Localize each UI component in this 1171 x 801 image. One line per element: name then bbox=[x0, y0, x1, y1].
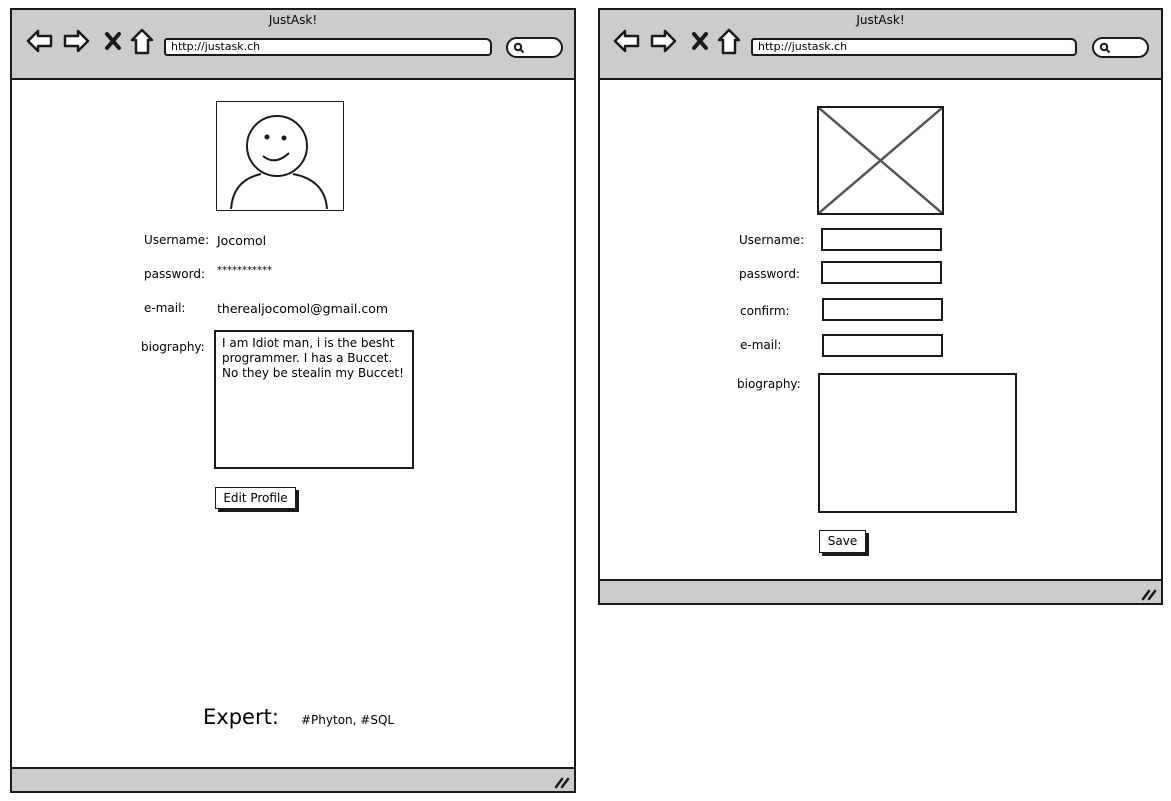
profile-window: JustAsk! http://justask.ch Username: Joc… bbox=[10, 8, 576, 793]
email-field[interactable] bbox=[822, 334, 943, 357]
username-label: Username: bbox=[144, 233, 210, 247]
search-icon bbox=[1099, 42, 1111, 54]
edit-profile-button[interactable]: Edit Profile bbox=[215, 487, 296, 509]
edit-profile-window: JustAsk! http://justask.ch Username: pas… bbox=[598, 8, 1163, 605]
confirm-password-field[interactable] bbox=[822, 298, 943, 321]
avatar bbox=[216, 101, 344, 211]
browser-titlebar: JustAsk! http://justask.ch bbox=[12, 10, 574, 80]
save-button[interactable]: Save bbox=[819, 530, 866, 553]
biography-textarea: I am Idiot man, i is the besht programme… bbox=[214, 330, 414, 469]
avatar-upload-placeholder[interactable] bbox=[817, 106, 944, 215]
search-button[interactable] bbox=[1092, 37, 1149, 58]
username-value: Jocomol bbox=[217, 233, 267, 248]
biography-label: biography: bbox=[141, 340, 205, 354]
username-label: Username: bbox=[739, 233, 805, 247]
biography-textarea[interactable] bbox=[818, 373, 1017, 513]
resize-grip-icon[interactable] bbox=[1141, 587, 1157, 601]
browser-titlebar: JustAsk! http://justask.ch bbox=[600, 10, 1161, 80]
url-input[interactable]: http://justask.ch bbox=[164, 38, 492, 56]
password-label: password: bbox=[144, 267, 206, 281]
image-placeholder-icon bbox=[818, 107, 943, 214]
password-field[interactable] bbox=[821, 261, 942, 284]
window-title: JustAsk! bbox=[856, 13, 905, 27]
email-value: therealjocomol@gmail.com bbox=[217, 301, 389, 316]
close-icon[interactable] bbox=[104, 31, 122, 51]
back-arrow-icon[interactable] bbox=[26, 28, 54, 54]
email-label: e-mail: bbox=[144, 301, 186, 315]
back-arrow-icon[interactable] bbox=[613, 28, 641, 54]
expert-tags: #Phyton, #SQL bbox=[301, 713, 395, 727]
username-field[interactable] bbox=[821, 228, 942, 251]
confirm-label: confirm: bbox=[740, 304, 790, 318]
browser-statusbar bbox=[600, 579, 1161, 603]
window-title: JustAsk! bbox=[268, 13, 318, 27]
home-icon[interactable] bbox=[130, 28, 154, 56]
resize-grip-icon[interactable] bbox=[554, 775, 570, 789]
url-input[interactable]: http://justask.ch bbox=[751, 38, 1077, 56]
biography-label: biography: bbox=[737, 377, 801, 391]
expert-label: Expert: bbox=[203, 705, 279, 729]
avatar-smiley-icon bbox=[230, 115, 328, 210]
search-button[interactable] bbox=[506, 37, 563, 58]
search-icon bbox=[513, 42, 525, 54]
browser-statusbar bbox=[12, 767, 574, 791]
home-icon[interactable] bbox=[717, 28, 741, 56]
password-label: password: bbox=[739, 267, 801, 281]
password-value: *********** bbox=[217, 265, 272, 276]
close-icon[interactable] bbox=[691, 31, 709, 51]
forward-arrow-icon[interactable] bbox=[649, 28, 677, 54]
email-label: e-mail: bbox=[740, 338, 782, 352]
biography-value: I am Idiot man, i is the besht programme… bbox=[222, 336, 404, 380]
forward-arrow-icon[interactable] bbox=[62, 28, 90, 54]
